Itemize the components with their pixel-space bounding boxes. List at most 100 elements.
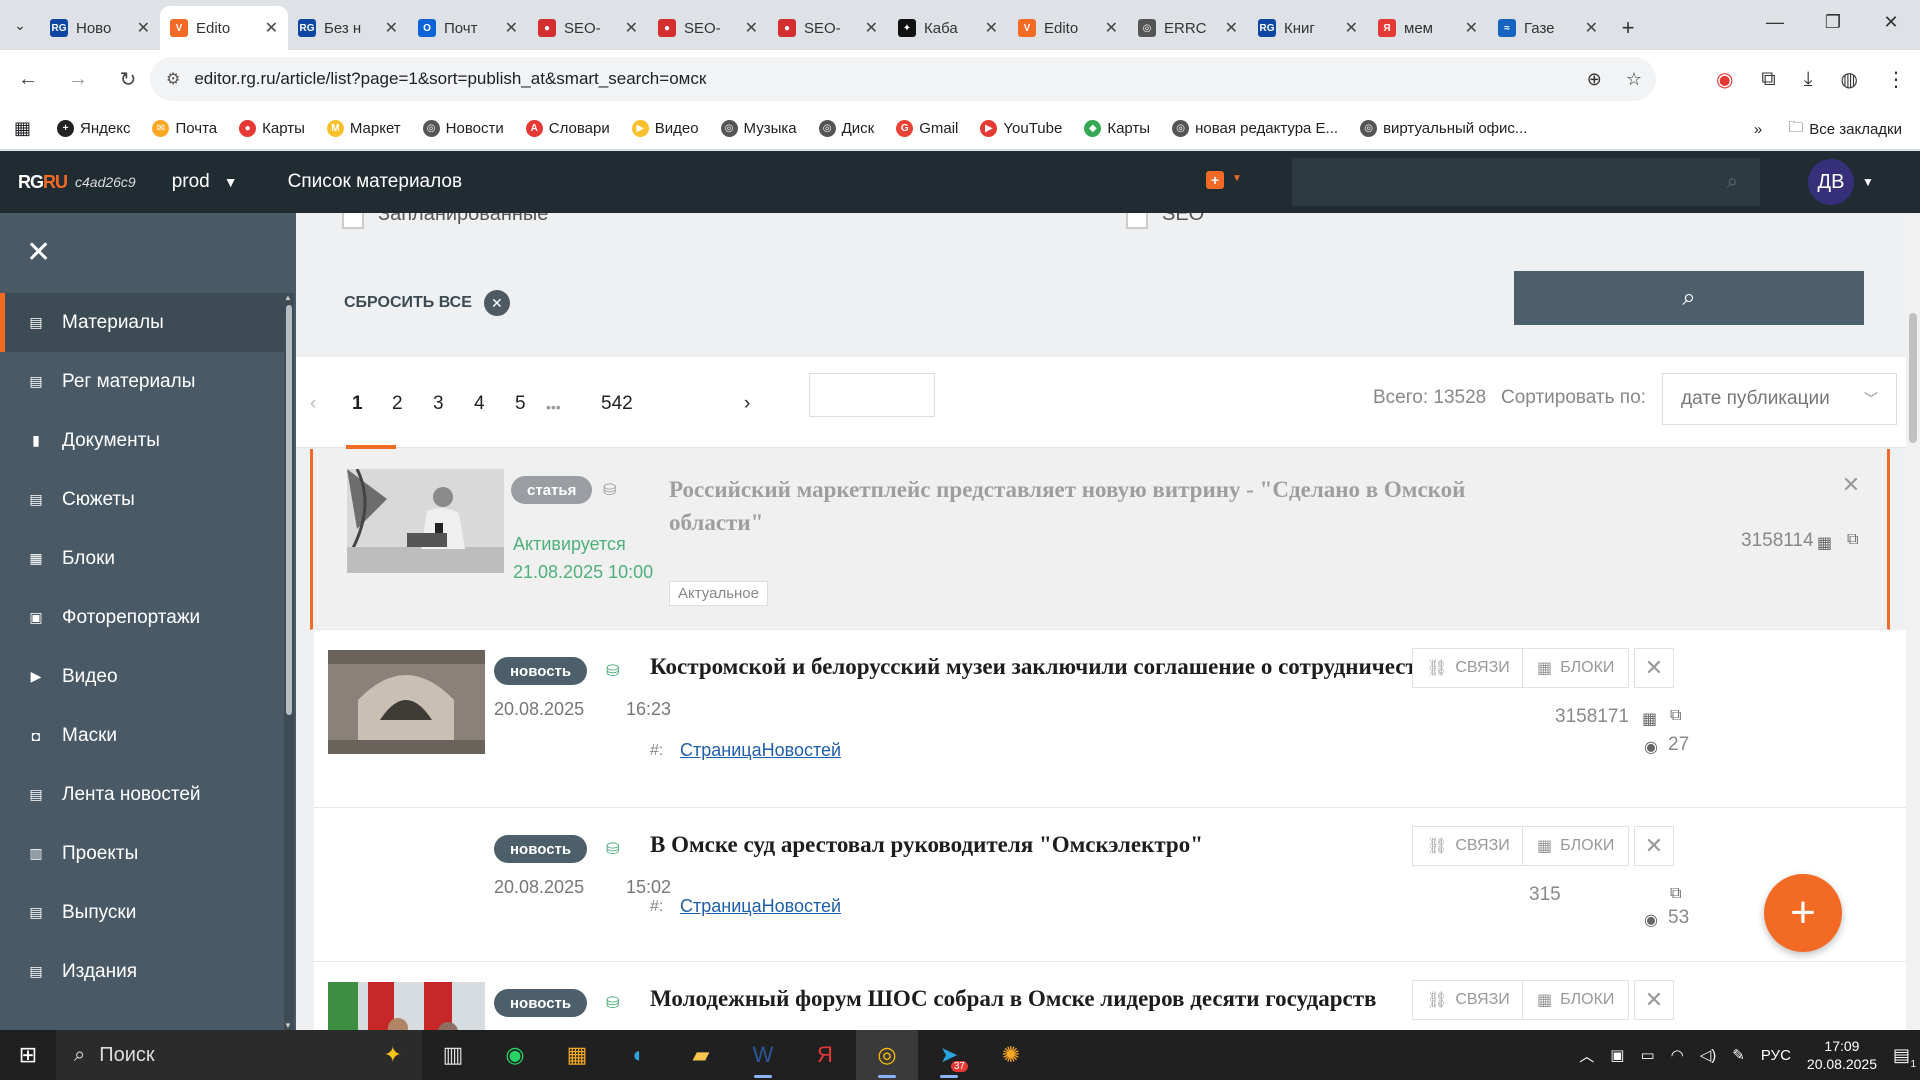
wifi-icon[interactable]: ◠ xyxy=(1671,1046,1684,1064)
row-title[interactable]: Молодежный форум ШОС собрал в Омске лиде… xyxy=(650,982,1470,1015)
sidebar-item[interactable]: ▦ Блоки xyxy=(0,529,284,588)
links-button[interactable]: ⛓ СВЯЗИ xyxy=(1412,826,1525,866)
yandex-icon[interactable]: Я xyxy=(794,1030,856,1080)
page-link[interactable]: 3 xyxy=(433,393,444,415)
table-row[interactable]: новость ⛁ 20.08.2025 16:23 Костромской и… xyxy=(314,630,1906,808)
reload-icon[interactable]: ↻ xyxy=(106,57,150,101)
close-icon[interactable]: ✕ xyxy=(1634,826,1674,866)
table-row[interactable]: статья ⛁ Активируется 21.08.2025 10:00 Р… xyxy=(310,449,1890,630)
volume-icon[interactable]: ◁) xyxy=(1700,1046,1717,1064)
telegram-icon[interactable]: ➤ 37 xyxy=(918,1030,980,1080)
article-thumbnail[interactable] xyxy=(328,982,485,1030)
tab-close-icon[interactable]: ✕ xyxy=(985,18,998,38)
env-selector[interactable]: prod ▼ xyxy=(172,171,238,193)
whatsapp-icon[interactable]: ◉ xyxy=(484,1030,546,1080)
clock[interactable]: 17:09 20.08.2025 xyxy=(1807,1037,1877,1073)
table-row[interactable]: новость ⛁ 20.08.2025 15:02 В Омске суд а… xyxy=(314,808,1906,962)
page-link[interactable]: 1 xyxy=(352,393,363,415)
more-bookmarks-icon[interactable]: » xyxy=(1754,121,1762,138)
windows-start-icon[interactable]: ⊞ xyxy=(0,1030,56,1080)
external-link-icon[interactable]: ⧉ xyxy=(1670,885,1681,903)
tag-link[interactable]: СтраницаНовостей xyxy=(680,740,841,761)
chrome-icon[interactable]: ◎ xyxy=(856,1030,918,1080)
calendar-icon[interactable]: ▦ xyxy=(1642,709,1657,729)
tab-close-icon[interactable]: ✕ xyxy=(865,18,878,38)
main-scroll-thumb[interactable] xyxy=(1909,313,1917,443)
tab-close-icon[interactable]: ✕ xyxy=(385,18,398,38)
extensions-icon[interactable]: ⧉ xyxy=(1761,68,1775,91)
browser-tab[interactable]: ● SEO- ✕ xyxy=(528,6,648,50)
tab-close-icon[interactable]: ✕ xyxy=(1345,18,1358,38)
close-sidebar-icon[interactable]: ✕ xyxy=(26,235,51,270)
bookmark-star-icon[interactable]: ☆ xyxy=(1626,69,1642,90)
opera-icon[interactable]: ◉ xyxy=(1716,67,1733,92)
page-link[interactable]: 2 xyxy=(392,393,403,415)
sidebar-item[interactable]: ▤ Издания xyxy=(0,942,284,1001)
meet-icon[interactable]: ▣ xyxy=(1610,1046,1624,1064)
bookmark-item[interactable]: M Маркет xyxy=(326,120,401,137)
game-icon[interactable]: ✺ xyxy=(980,1030,1042,1080)
taskbar-search[interactable]: ⌕ Поиск ✦ xyxy=(56,1030,422,1080)
sidebar-item[interactable]: ▣ Фоторепортажи xyxy=(0,588,284,647)
external-link-icon[interactable]: ⧉ xyxy=(1670,707,1681,725)
notifications-icon[interactable]: ▤ 1 xyxy=(1893,1045,1916,1070)
tab-close-icon[interactable]: ✕ xyxy=(1105,18,1118,38)
browser-tab[interactable]: O Почт ✕ xyxy=(408,6,528,50)
browser-tab[interactable]: RG Без н ✕ xyxy=(288,6,408,50)
page-link[interactable]: 542 xyxy=(601,393,633,415)
battery-icon[interactable]: ▭ xyxy=(1640,1046,1654,1064)
avatar[interactable]: ДВ xyxy=(1808,159,1854,205)
links-button[interactable]: ⛓ СВЯЗИ xyxy=(1412,980,1525,1020)
reset-all-button[interactable]: СБРОСИТЬ ВСЕ ✕ xyxy=(344,290,510,316)
language-indicator[interactable]: РУС xyxy=(1761,1047,1791,1064)
sidebar-item[interactable]: ◘ Маски xyxy=(0,706,284,765)
sort-select[interactable]: дате публикации ﹀ xyxy=(1662,373,1897,425)
bookmark-item[interactable]: ◎ Музыка xyxy=(720,120,797,137)
external-link-icon[interactable]: ⧉ xyxy=(1847,531,1858,549)
browser-tab[interactable]: Я мем ✕ xyxy=(1368,6,1488,50)
bookmark-item[interactable]: ◎ новая редактура Е... xyxy=(1172,120,1338,137)
table-row[interactable]: новость ⛁ Молодежный форум ШОС собрал в … xyxy=(314,962,1906,1030)
sidebar-scrollbar[interactable]: ▲ ▼ xyxy=(284,293,294,1030)
tab-close-icon[interactable]: ✕ xyxy=(1585,18,1598,38)
sidebar-item[interactable]: ▤ Сюжеты xyxy=(0,470,284,529)
seo-checkbox[interactable] xyxy=(1126,213,1148,229)
word-icon[interactable]: W xyxy=(732,1030,794,1080)
sidebar-item[interactable]: ▮ Документы xyxy=(0,411,284,470)
sidebar-item[interactable]: ▤ Лента новостей xyxy=(0,765,284,824)
tab-close-icon[interactable]: ✕ xyxy=(1465,18,1478,38)
apps-grid-icon[interactable]: ▦ xyxy=(14,118,31,139)
tab-close-icon[interactable]: ✕ xyxy=(745,18,758,38)
scheduled-checkbox[interactable] xyxy=(342,213,364,229)
browser-tab[interactable]: ≈ Газе ✕ xyxy=(1488,6,1608,50)
all-bookmarks-button[interactable]: 🗀 Все закладки xyxy=(1788,117,1902,142)
blocks-button[interactable]: ▦ БЛОКИ xyxy=(1522,980,1630,1020)
browser-tab[interactable]: ● SEO- ✕ xyxy=(768,6,888,50)
calendar-icon[interactable]: ▦ xyxy=(1817,533,1832,553)
article-thumbnail[interactable] xyxy=(328,650,485,754)
pen-icon[interactable]: ✎ xyxy=(1732,1046,1745,1064)
close-icon[interactable]: ✕ xyxy=(1831,465,1871,505)
close-window-icon[interactable]: ✕ xyxy=(1862,0,1920,44)
browser-tab[interactable]: ● SEO- ✕ xyxy=(648,6,768,50)
blocks-button[interactable]: ▦ БЛОКИ xyxy=(1522,826,1630,866)
close-icon[interactable]: ✕ xyxy=(1634,648,1674,688)
create-caret-icon[interactable]: ▼ xyxy=(1232,173,1242,184)
tab-close-icon[interactable]: ✕ xyxy=(137,18,150,38)
header-search-input[interactable]: ⌕ xyxy=(1292,158,1760,206)
browser-tab[interactable]: RG Ново ✕ xyxy=(40,6,160,50)
row-title[interactable]: Костромской и белорусский музеи заключил… xyxy=(650,650,1470,683)
url-text[interactable]: editor.rg.ru/article/list?page=1&sort=pu… xyxy=(194,69,706,89)
sidebar-item[interactable]: ▤ Рег материалы xyxy=(0,352,284,411)
forward-icon[interactable]: → xyxy=(56,57,100,101)
row-title[interactable]: Российский маркетплейс представляет нову… xyxy=(669,473,1489,539)
bookmark-item[interactable]: ◆ Карты xyxy=(1084,120,1150,137)
rg-logo[interactable]: RGRU xyxy=(18,172,68,193)
bookmark-item[interactable]: ● Карты xyxy=(239,120,305,137)
task-view-icon[interactable]: ▥ xyxy=(422,1030,484,1080)
bookmark-item[interactable]: ✉ Почта xyxy=(152,120,217,137)
bookmark-item[interactable]: ▶ YouTube xyxy=(980,120,1062,137)
menu-dots-icon[interactable]: ⋮ xyxy=(1886,67,1906,92)
tag-link[interactable]: СтраницаНовостей xyxy=(680,896,841,917)
scroll-down-icon[interactable]: ▼ xyxy=(284,1021,292,1030)
